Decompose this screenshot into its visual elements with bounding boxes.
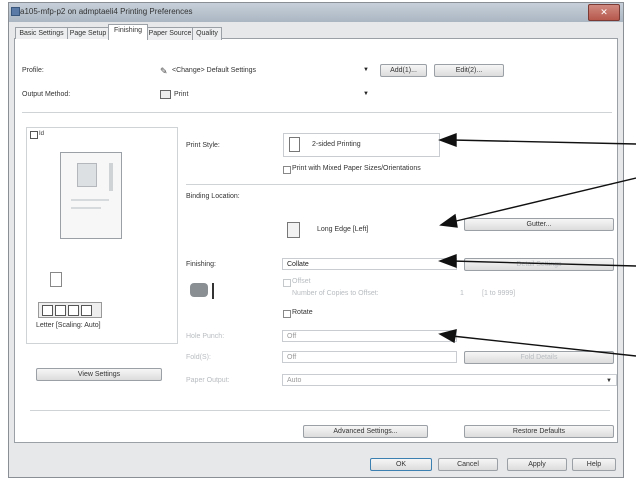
annotation-arrowhead-hole-punch	[438, 329, 457, 344]
annotation-arrow-finishing	[451, 260, 636, 267]
annotation-arrowhead-binding	[439, 213, 458, 228]
annotation-arrowhead-finishing	[438, 253, 457, 269]
annotation-arrow-hole-punch	[451, 335, 636, 357]
annotation-arrow-print-style	[451, 139, 636, 145]
annotation-arrows	[438, 132, 636, 357]
annotation-arrowhead-print-style	[438, 132, 457, 148]
annotation-arrow-binding	[451, 177, 636, 223]
